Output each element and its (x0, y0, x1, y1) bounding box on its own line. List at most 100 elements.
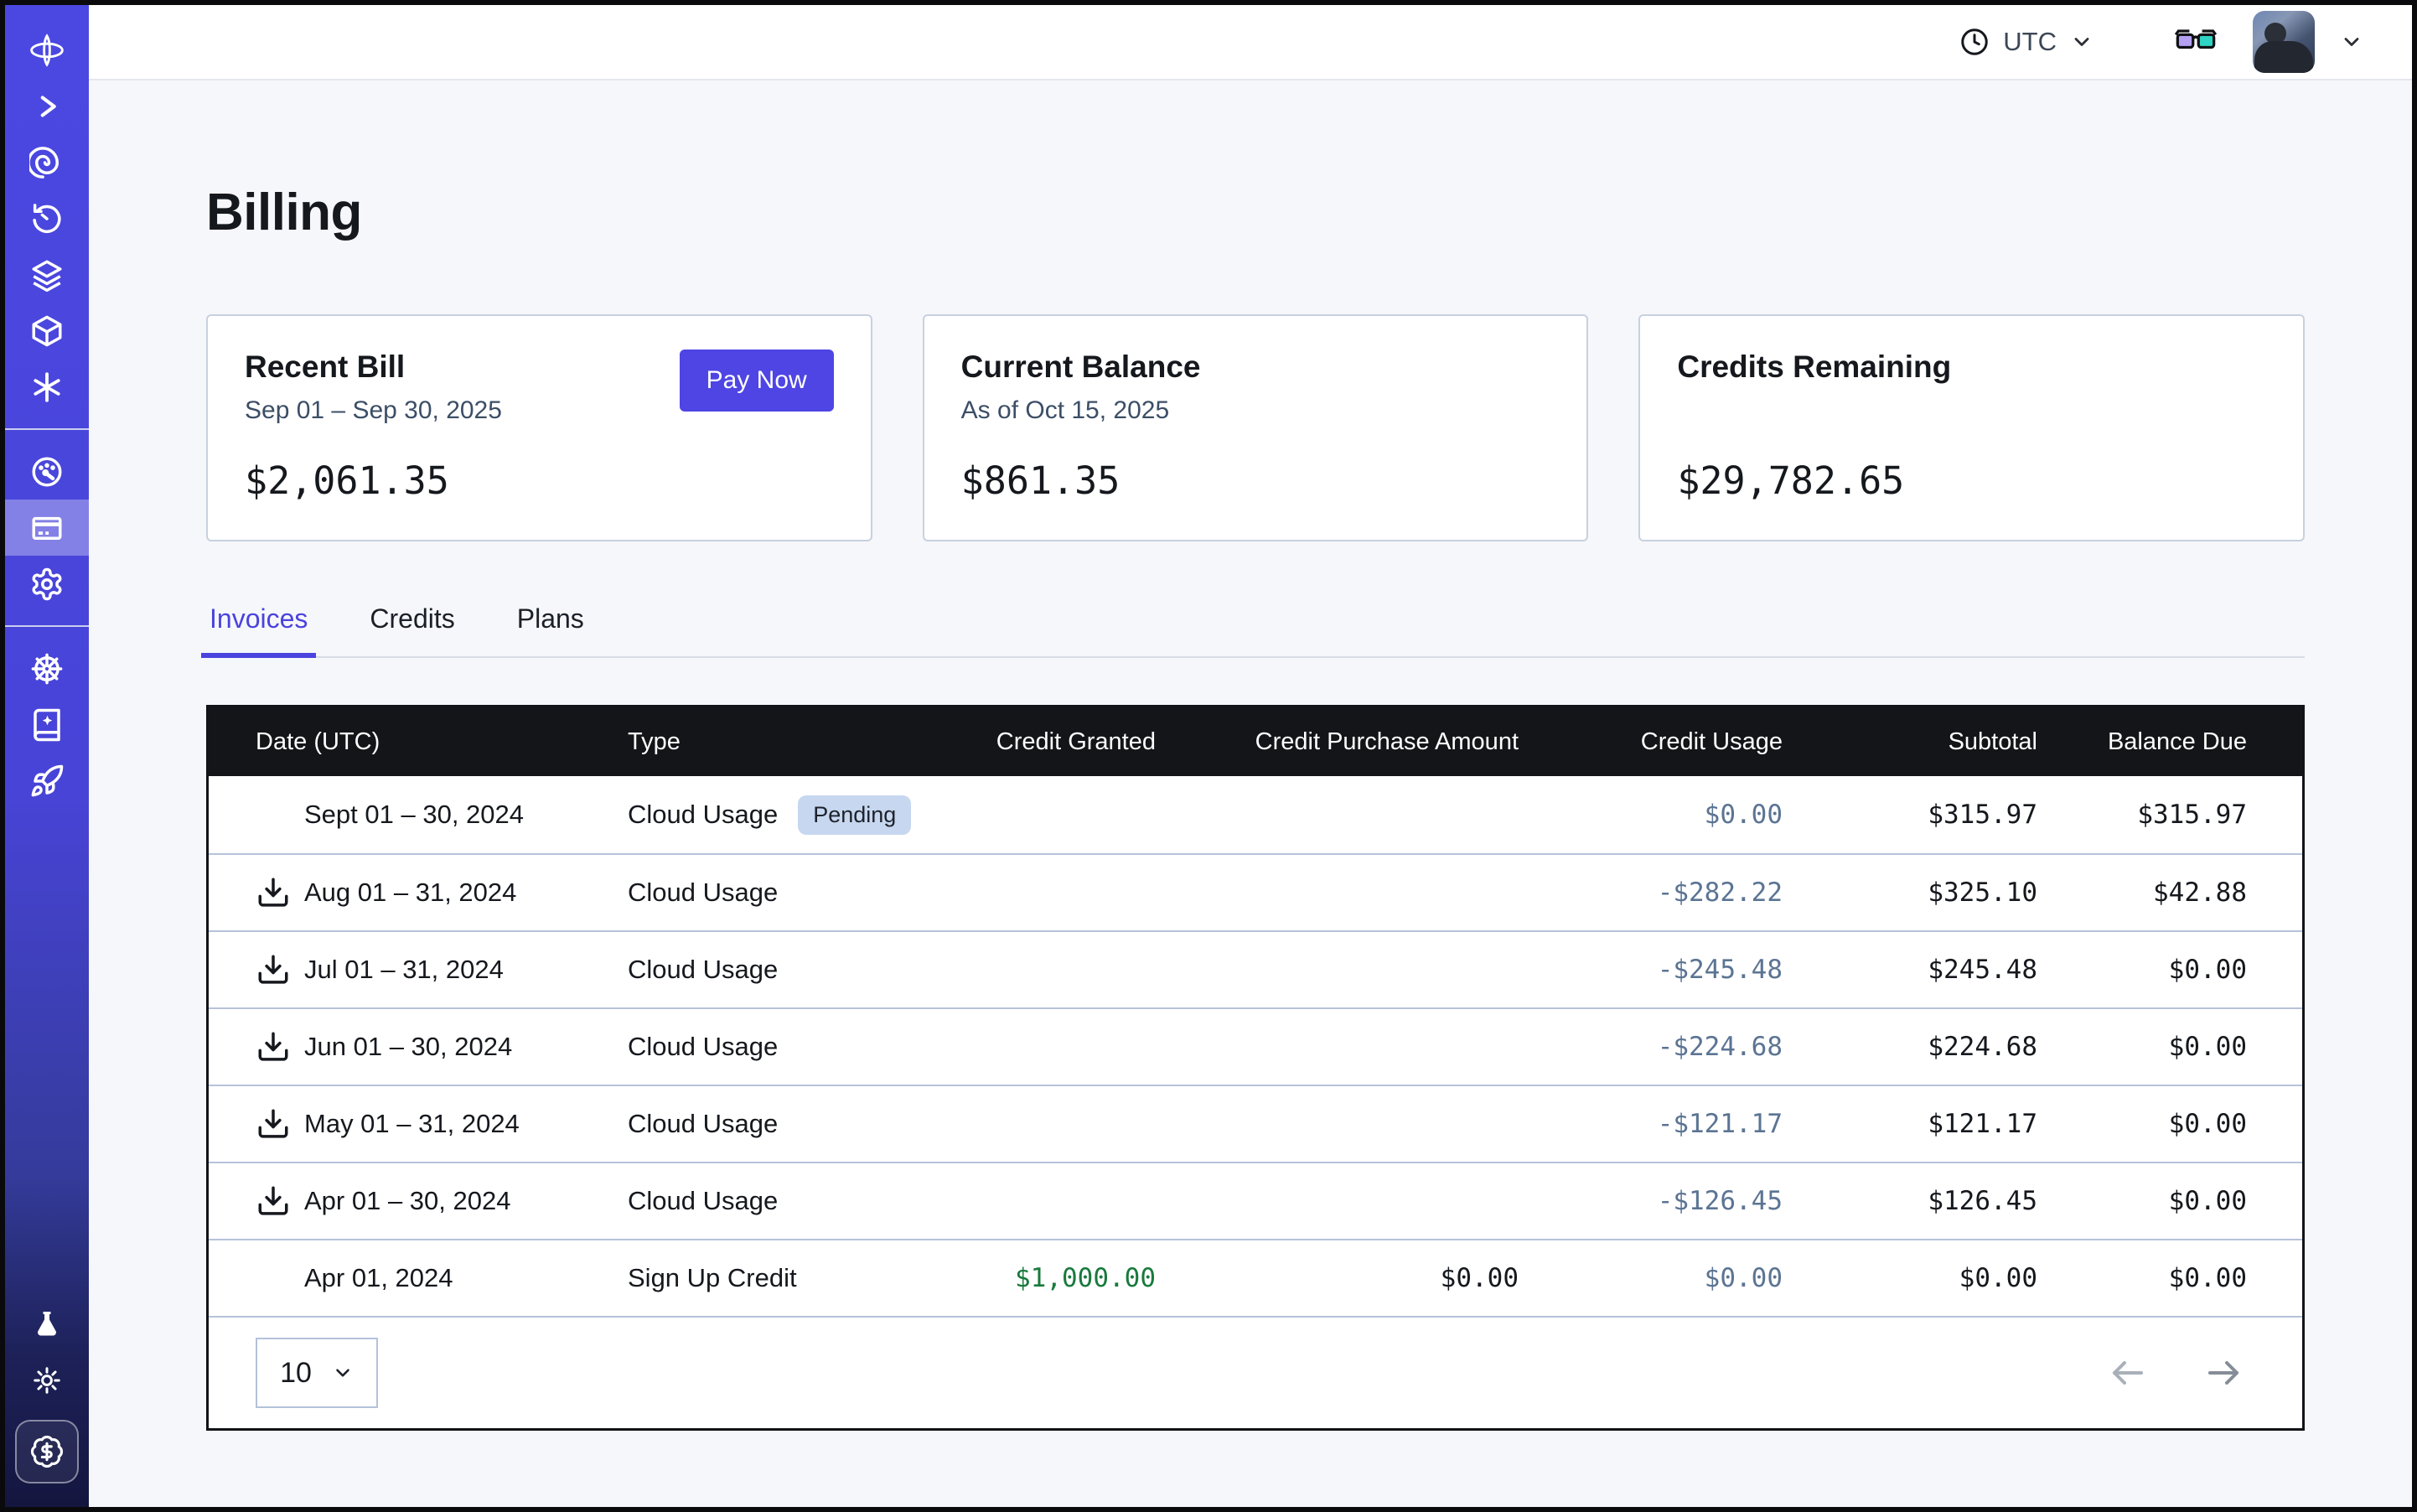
balance-due-value: $0.00 (2037, 1186, 2247, 1216)
invoice-date: Apr 01, 2024 (304, 1263, 453, 1293)
invoice-type: Cloud Usage (628, 1109, 778, 1139)
table-row: Jul 01 – 31, 2024 Cloud Usage -$245.48 $… (209, 930, 2302, 1007)
layers-icon[interactable] (5, 246, 89, 303)
subtotal-value: $245.48 (1783, 955, 2037, 985)
page-size-select[interactable]: 10 (256, 1338, 378, 1408)
invoice-date: Jul 01 – 31, 2024 (304, 955, 504, 985)
credit-usage-value: $0.00 (1519, 1263, 1783, 1293)
table-row: Aug 01 – 31, 2024 Cloud Usage -$282.22 $… (209, 853, 2302, 930)
credits-badge-button[interactable] (15, 1420, 79, 1484)
invoice-type: Cloud Usage (628, 1032, 778, 1062)
tab-plans[interactable]: Plans (514, 603, 587, 656)
download-invoice-icon[interactable] (256, 875, 291, 910)
rocket-icon[interactable] (5, 753, 89, 809)
col-balance-due: Balance Due (2037, 728, 2247, 756)
current-balance-amount: $861.35 (961, 458, 1550, 503)
tab-credits[interactable]: Credits (366, 603, 458, 656)
theme-sun-icon[interactable] (32, 1352, 62, 1408)
download-slot (256, 1183, 291, 1219)
invoice-date: Apr 01 – 30, 2024 (304, 1186, 510, 1216)
settings-gear-icon[interactable] (5, 556, 89, 612)
col-type: Type (628, 728, 946, 756)
card-title: Current Balance (961, 350, 1550, 385)
balance-as-of: As of Oct 15, 2025 (961, 396, 1550, 428)
download-invoice-icon[interactable] (256, 952, 291, 987)
table-row: Apr 01 – 30, 2024 Cloud Usage -$126.45 $… (209, 1162, 2302, 1239)
balance-due-value: $42.88 (2037, 878, 2247, 908)
chevron-down-icon (2070, 30, 2094, 54)
balance-due-value: $0.00 (2037, 1263, 2247, 1293)
billing-tabs: Invoices Credits Plans (206, 603, 2305, 658)
invoice-date-cell: Jun 01 – 30, 2024 (209, 1029, 628, 1064)
tab-invoices[interactable]: Invoices (206, 603, 311, 656)
collapse-chevron-icon[interactable] (5, 78, 89, 134)
credit-usage-value: -$224.68 (1519, 1032, 1783, 1062)
chevron-down-icon (332, 1362, 354, 1384)
invoices-table: Date (UTC) Type Credit Granted Credit Pu… (206, 705, 2305, 1431)
invoice-date: May 01 – 31, 2024 (304, 1109, 520, 1139)
page-title: Billing (206, 183, 2305, 242)
main-area: UTC Billing Recent Bill Sep 01 – Sep 30,… (89, 5, 2412, 1507)
download-invoice-icon[interactable] (256, 1183, 291, 1219)
sidebar-divider (5, 428, 89, 430)
credit-usage-value: $0.00 (1519, 800, 1783, 830)
invoice-date: Jun 01 – 30, 2024 (304, 1032, 512, 1062)
docs-book-icon[interactable] (5, 696, 89, 753)
invoice-type: Cloud Usage (628, 878, 778, 908)
asterisk-icon[interactable] (5, 359, 89, 415)
usage-gauge-icon[interactable] (5, 443, 89, 500)
download-slot (256, 1261, 291, 1296)
glasses-icon[interactable] (2174, 20, 2218, 64)
timezone-label: UTC (2003, 27, 2057, 57)
col-date: Date (UTC) (209, 728, 628, 756)
current-balance-card: Current Balance As of Oct 15, 2025 $861.… (923, 314, 1589, 541)
credit-granted-value: $1,000.00 (946, 1263, 1156, 1293)
page-size-value: 10 (280, 1357, 312, 1390)
recent-bill-amount: $2,061.35 (245, 458, 834, 503)
chevron-down-icon[interactable] (2340, 30, 2363, 54)
avatar[interactable] (2253, 11, 2315, 73)
credit-usage-value: -$282.22 (1519, 878, 1783, 908)
pay-now-button[interactable]: Pay Now (680, 350, 834, 412)
labs-flask-icon[interactable] (32, 1296, 62, 1352)
previous-page-arrow-icon[interactable] (2108, 1353, 2148, 1393)
status-badge: Pending (798, 795, 911, 835)
invoice-type: Sign Up Credit (628, 1263, 797, 1293)
history-clock-icon[interactable] (5, 190, 89, 246)
subtotal-value: $126.45 (1783, 1186, 2037, 1216)
credits-sub (1677, 396, 2266, 428)
timezone-selector[interactable]: UTC (1959, 27, 2094, 57)
invoice-date-cell: Jul 01 – 31, 2024 (209, 952, 628, 987)
invoice-type-cell: Cloud Usage Pending (628, 795, 946, 835)
subtotal-value: $325.10 (1783, 878, 2037, 908)
subtotal-value: $121.17 (1783, 1109, 2037, 1139)
invoice-type-cell: Cloud Usage (628, 1186, 946, 1216)
content: Billing Recent Bill Sep 01 – Sep 30, 202… (89, 80, 2412, 1507)
download-invoice-icon[interactable] (256, 1106, 291, 1142)
download-slot (256, 797, 291, 832)
invoice-type-cell: Cloud Usage (628, 1032, 946, 1062)
invoice-date: Sept 01 – 30, 2024 (304, 800, 524, 830)
sidebar-item-billing[interactable] (5, 500, 89, 556)
download-invoice-icon[interactable] (256, 1029, 291, 1064)
download-slot (256, 1106, 291, 1142)
next-page-arrow-icon[interactable] (2203, 1353, 2244, 1393)
invoice-date-cell: Apr 01 – 30, 2024 (209, 1183, 628, 1219)
ship-wheel-icon[interactable] (5, 640, 89, 696)
invoice-date-cell: Aug 01 – 31, 2024 (209, 875, 628, 910)
invoice-type: Cloud Usage (628, 800, 778, 830)
clock-icon (1959, 27, 1990, 57)
package-cube-icon[interactable] (5, 303, 89, 359)
table-row: Jun 01 – 30, 2024 Cloud Usage -$224.68 $… (209, 1007, 2302, 1085)
credits-remaining-card: Credits Remaining $29,782.65 (1638, 314, 2305, 541)
invoice-type-cell: Cloud Usage (628, 1109, 946, 1139)
trace-spiral-icon[interactable] (5, 134, 89, 190)
topbar: UTC (89, 5, 2412, 80)
invoice-type-cell: Sign Up Credit (628, 1263, 946, 1293)
balance-due-value: $0.00 (2037, 955, 2247, 985)
logo-icon[interactable] (5, 22, 89, 78)
table-body: Sept 01 – 30, 2024 Cloud Usage Pending $… (209, 776, 2302, 1316)
summary-cards: Recent Bill Sep 01 – Sep 30, 2025 $2,061… (206, 314, 2305, 541)
download-slot (256, 875, 291, 910)
download-slot (256, 952, 291, 987)
